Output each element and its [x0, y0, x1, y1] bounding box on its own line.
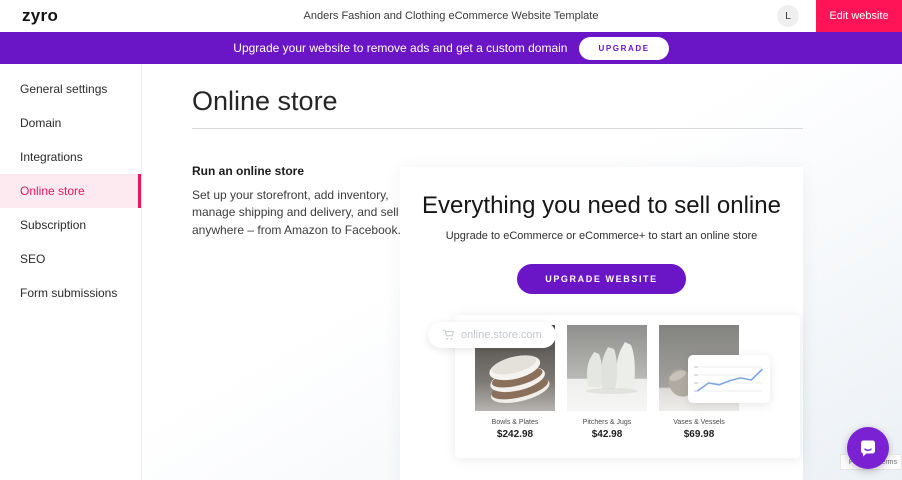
settings-sidebar: General settings Domain Integrations Onl…	[0, 64, 142, 480]
body-row: General settings Domain Integrations Onl…	[0, 64, 902, 480]
sidebar-item-integrations[interactable]: Integrations	[0, 140, 141, 174]
product-price: $42.98	[567, 429, 647, 440]
mini-line-chart	[688, 355, 770, 403]
section-description: Run an online store Set up your storefro…	[192, 164, 410, 239]
banner-text: Upgrade your website to remove ads and g…	[233, 41, 567, 55]
banner-upgrade-button[interactable]: UPGRADE	[579, 37, 668, 60]
upgrade-banner: Upgrade your website to remove ads and g…	[0, 32, 902, 64]
edit-website-button[interactable]: Edit website	[816, 0, 902, 32]
sidebar-item-domain[interactable]: Domain	[0, 106, 141, 140]
user-avatar[interactable]: L	[777, 5, 799, 27]
upgrade-website-button[interactable]: UPGRADE WEBSITE	[517, 264, 686, 294]
chat-widget-button[interactable]	[847, 427, 889, 469]
product-image-pitchers	[567, 325, 647, 411]
product-price: $69.98	[659, 429, 739, 440]
page-title: Online store	[192, 86, 338, 117]
panel-heading: Everything you need to sell online	[400, 192, 803, 220]
product-price: $242.98	[475, 429, 555, 440]
app-header: zyro Anders Fashion and Clothing eCommer…	[0, 0, 902, 32]
store-url-pill: online.store.com	[428, 322, 556, 348]
upgrade-panel: Everything you need to sell online Upgra…	[400, 167, 803, 480]
chat-bubble-icon	[857, 437, 879, 459]
product-name: Pitchers & Jugs	[567, 419, 647, 426]
product-item: Pitchers & Jugs $42.98	[567, 325, 647, 458]
site-title: Anders Fashion and Clothing eCommerce We…	[0, 10, 902, 22]
product-name: Bowls & Plates	[475, 419, 555, 426]
header-right: L Edit website	[777, 0, 902, 32]
section-text: Set up your storefront, add inventory, m…	[192, 187, 410, 239]
store-url-text: online.store.com	[461, 329, 542, 341]
product-name: Vases & Vessels	[659, 419, 739, 426]
sidebar-item-seo[interactable]: SEO	[0, 242, 141, 276]
title-divider	[192, 128, 803, 129]
section-heading: Run an online store	[192, 164, 410, 178]
sidebar-item-general-settings[interactable]: General settings	[0, 72, 141, 106]
main-content: Online store Run an online store Set up …	[142, 64, 902, 480]
zyro-logo[interactable]: zyro	[22, 6, 58, 26]
panel-subheading: Upgrade to eCommerce or eCommerce+ to st…	[400, 230, 803, 242]
sparkline-svg	[688, 355, 770, 403]
sidebar-item-online-store[interactable]: Online store	[0, 174, 141, 208]
shopping-cart-icon	[442, 329, 455, 341]
sidebar-item-subscription[interactable]: Subscription	[0, 208, 141, 242]
sidebar-item-form-submissions[interactable]: Form submissions	[0, 276, 141, 310]
